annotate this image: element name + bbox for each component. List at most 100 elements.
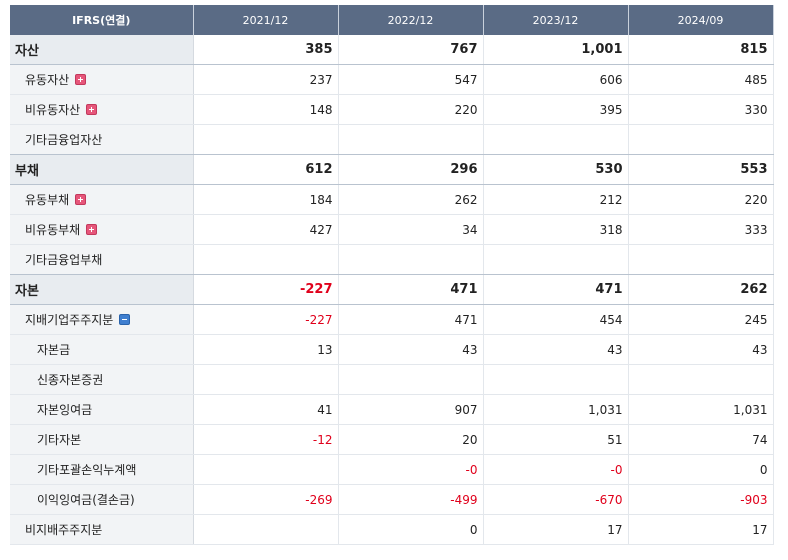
table-header: IFRS(연결) 2021/12 2022/12 2023/12 2024/09: [10, 5, 774, 35]
table-row: 자본금 13 43 43 43: [10, 334, 774, 365]
value-cell: 74: [628, 424, 774, 455]
value-cell: 385: [193, 35, 339, 65]
row-label: 자산: [15, 44, 39, 59]
row-label: 유동자산: [25, 73, 70, 87]
value-cell: 17: [628, 514, 774, 545]
value-cell: [193, 124, 339, 155]
row-label-cell: 자본금: [10, 334, 194, 365]
balance-sheet: IFRS(연결) 2021/12 2022/12 2023/12 2024/09…: [10, 5, 774, 545]
value-cell: 220: [338, 94, 484, 125]
row-label: 기타금융업부채: [25, 253, 103, 267]
value-cell: -0: [338, 454, 484, 485]
header-period: 2023/12: [483, 5, 629, 35]
table-row: 비유동자산 148 220 395 330: [10, 94, 774, 125]
value-cell: 148: [193, 94, 339, 125]
value-cell: [338, 124, 484, 155]
value-cell: 471: [338, 274, 484, 305]
row-label: 지배기업주주지분: [25, 313, 114, 327]
value-cell: 262: [338, 184, 484, 215]
value-cell: -670: [483, 484, 629, 515]
value-cell: 553: [628, 154, 774, 185]
row-label: 부채: [15, 164, 39, 179]
value-cell: [193, 364, 339, 395]
expand-icon[interactable]: [86, 224, 98, 235]
row-label-cell: 비지배주주지분: [10, 514, 194, 545]
row-label-cell: 자산: [10, 35, 194, 65]
row-label-cell: 유동자산: [10, 64, 194, 95]
value-cell: [338, 364, 484, 395]
value-cell: 330: [628, 94, 774, 125]
value-cell: -903: [628, 484, 774, 515]
value-cell: 43: [338, 334, 484, 365]
value-cell: 0: [338, 514, 484, 545]
table-row: 자산 385 767 1,001 815: [10, 35, 774, 65]
value-cell: 530: [483, 154, 629, 185]
value-cell: 471: [338, 304, 484, 335]
row-label: 비유동자산: [25, 103, 81, 117]
value-cell: -499: [338, 484, 484, 515]
value-cell: 184: [193, 184, 339, 215]
row-label: 자본잉여금: [37, 403, 93, 417]
value-cell: [628, 124, 774, 155]
value-cell: [193, 244, 339, 275]
value-cell: 220: [628, 184, 774, 215]
table-row: 기타포괄손익누계액 -0 -0 0: [10, 454, 774, 485]
collapse-icon[interactable]: [119, 314, 131, 325]
expand-icon[interactable]: [86, 104, 98, 115]
table-row: 이익잉여금(결손금) -269 -499 -670 -903: [10, 484, 774, 515]
row-label: 이익잉여금(결손금): [37, 493, 135, 507]
value-cell: [338, 244, 484, 275]
row-label-cell: 지배기업주주지분: [10, 304, 194, 335]
value-cell: 237: [193, 64, 339, 95]
expand-icon[interactable]: [75, 74, 87, 85]
value-cell: 1,001: [483, 35, 629, 65]
row-label-cell: 신종자본증권: [10, 364, 194, 395]
value-cell: 333: [628, 214, 774, 245]
row-label-cell: 비유동부채: [10, 214, 194, 245]
value-cell: 318: [483, 214, 629, 245]
row-label-cell: 이익잉여금(결손금): [10, 484, 194, 515]
row-label: 자본: [15, 284, 39, 299]
row-label: 유동부채: [25, 193, 70, 207]
table-body: 자산 385 767 1,001 815 유동자산 237 547 606 485 비유동자산 148…: [10, 35, 774, 545]
row-label: 기타포괄손익누계액: [37, 463, 137, 477]
value-cell: 262: [628, 274, 774, 305]
table-row: 기타자본 -12 20 51 74: [10, 424, 774, 455]
header-period: 2021/12: [193, 5, 339, 35]
row-label-cell: 자본: [10, 274, 194, 305]
value-cell: 907: [338, 394, 484, 425]
value-cell: [628, 244, 774, 275]
value-cell: 51: [483, 424, 629, 455]
row-label-cell: 유동부채: [10, 184, 194, 215]
value-cell: 1,031: [628, 394, 774, 425]
table-row: 부채 612 296 530 553: [10, 154, 774, 185]
row-label-cell: 기타포괄손익누계액: [10, 454, 194, 485]
expand-icon[interactable]: [75, 194, 87, 205]
value-cell: 212: [483, 184, 629, 215]
value-cell: 427: [193, 214, 339, 245]
value-cell: [483, 244, 629, 275]
value-cell: 471: [483, 274, 629, 305]
header-period: 2024/09: [628, 5, 774, 35]
value-cell: 43: [483, 334, 629, 365]
value-cell: [628, 364, 774, 395]
row-label-cell: 기타금융업자산: [10, 124, 194, 155]
value-cell: [483, 364, 629, 395]
value-cell: 395: [483, 94, 629, 125]
row-label: 비유동부채: [25, 223, 81, 237]
value-cell: 17: [483, 514, 629, 545]
value-cell: 547: [338, 64, 484, 95]
row-label: 기타금융업자산: [25, 133, 103, 147]
table-row: 기타금융업부채: [10, 244, 774, 275]
value-cell: -227: [193, 304, 339, 335]
row-label: 신종자본증권: [37, 373, 104, 387]
value-cell: 0: [628, 454, 774, 485]
value-cell: [193, 454, 339, 485]
value-cell: 13: [193, 334, 339, 365]
header-ifrs: IFRS(연결): [10, 5, 194, 35]
value-cell: [483, 124, 629, 155]
value-cell: 1,031: [483, 394, 629, 425]
value-cell: 245: [628, 304, 774, 335]
value-cell: 485: [628, 64, 774, 95]
table-row: 자본잉여금 41 907 1,031 1,031: [10, 394, 774, 425]
